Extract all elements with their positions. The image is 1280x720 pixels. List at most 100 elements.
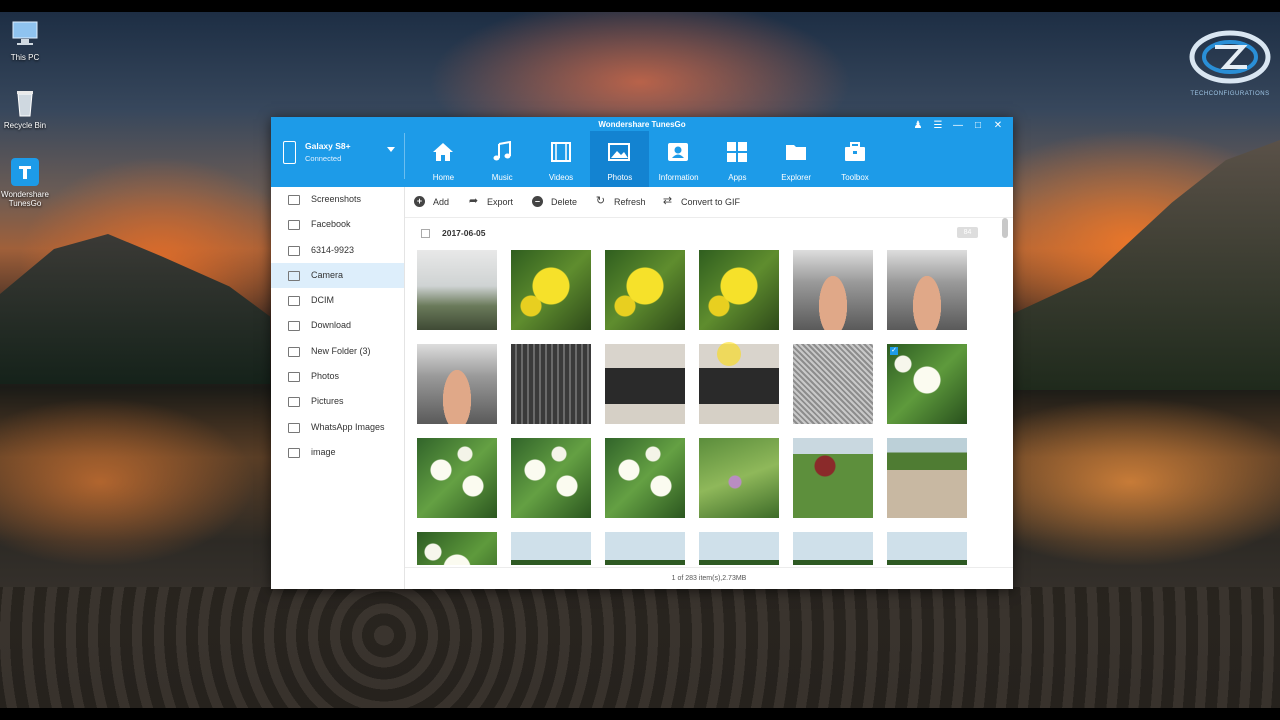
wallpaper-mountain-left xyxy=(0,234,270,384)
user-icon[interactable]: ♟ xyxy=(909,120,927,132)
sidebar-item-facebook[interactable]: Facebook xyxy=(271,212,404,237)
photo-thumbnail[interactable] xyxy=(699,532,779,565)
device-status: Connected xyxy=(305,154,342,163)
group-date: 2017-06-05 xyxy=(442,228,486,238)
minus-icon: – xyxy=(532,196,543,207)
delete-label: Delete xyxy=(551,196,578,207)
sidebar-item-download[interactable]: Download xyxy=(271,313,404,338)
group-count-badge: 84 xyxy=(957,227,978,238)
photo-thumbnail[interactable] xyxy=(511,344,591,424)
camera-icon xyxy=(288,220,300,231)
sidebar-item-dcim[interactable]: DCIM xyxy=(271,288,404,313)
group-select-checkbox[interactable] xyxy=(421,229,430,238)
photo-thumbnail[interactable] xyxy=(793,438,873,518)
sidebar-item-label: Facebook xyxy=(311,219,351,230)
refresh-label: Refresh xyxy=(614,196,646,207)
watermark-swirl-icon xyxy=(1189,30,1271,84)
sidebar-item-label: DCIM xyxy=(311,295,334,306)
nav-label: Toolbox xyxy=(841,173,869,182)
video-icon xyxy=(550,142,571,162)
photo-thumbnail[interactable] xyxy=(605,250,685,330)
maximize-icon[interactable]: □ xyxy=(969,120,987,132)
image-icon xyxy=(288,245,300,256)
menu-icon[interactable]: ☰ xyxy=(929,120,947,132)
sidebar-item-label: New Folder (3) xyxy=(311,345,371,356)
photo-thumbnail[interactable] xyxy=(699,250,779,330)
sidebar-item-label: Download xyxy=(311,320,352,331)
image-icon xyxy=(288,372,300,383)
close-icon[interactable]: ✕ xyxy=(989,120,1007,132)
photo-thumbnail[interactable] xyxy=(605,438,685,518)
sidebar-item-6314-9923[interactable]: 6314-9923 xyxy=(271,238,404,263)
photo-thumbnail[interactable] xyxy=(511,438,591,518)
sidebar-item-image[interactable]: image xyxy=(271,440,404,465)
sidebar-item-camera[interactable]: Camera xyxy=(271,262,404,289)
desktop-icon-tunesgo[interactable]: Wondershare TunesGo xyxy=(0,157,55,208)
grid-scrollbar[interactable] xyxy=(1002,218,1008,565)
nav-home[interactable]: Home xyxy=(414,131,473,187)
scrollbar-thumb[interactable] xyxy=(1002,218,1008,238)
photo-thumbnail[interactable] xyxy=(417,438,497,518)
nav-photos[interactable]: Photos xyxy=(590,131,650,187)
export-icon: ➦ xyxy=(468,195,479,207)
tunesgo-window: Wondershare TunesGo ♟ ☰ — □ ✕ Galaxy S8+… xyxy=(271,117,1013,589)
chevron-down-icon[interactable] xyxy=(387,147,395,152)
export-button[interactable]: ➦ Export xyxy=(468,196,513,207)
desktop-icon-recycle-bin[interactable]: Recycle Bin xyxy=(0,88,55,130)
nav-apps[interactable]: Apps xyxy=(708,131,767,187)
photo-thumbnail[interactable] xyxy=(887,532,967,565)
photo-thumbnail[interactable] xyxy=(887,250,967,330)
check-icon[interactable]: ✓ xyxy=(890,347,898,355)
sidebar-item-whatsapp-images[interactable]: WhatsApp Images xyxy=(271,415,404,440)
nav-label: Home xyxy=(432,173,455,182)
title-bar: Wondershare TunesGo ♟ ☰ — □ ✕ Galaxy S8+… xyxy=(271,117,1013,187)
nav-information[interactable]: Information xyxy=(649,131,708,187)
nav-videos[interactable]: Videos xyxy=(532,131,591,187)
toolbox-icon xyxy=(844,142,865,161)
convert-to-gif-button[interactable]: ⇄ Convert to GIF xyxy=(662,196,740,207)
music-icon xyxy=(493,141,511,161)
sidebar-item-pictures[interactable]: Pictures xyxy=(271,389,404,414)
add-button[interactable]: + Add xyxy=(414,196,449,207)
photo-thumbnail[interactable] xyxy=(605,532,685,565)
photo-thumbnail[interactable] xyxy=(793,532,873,565)
nav-label: Music xyxy=(491,173,513,182)
desktop-icon-this-pc[interactable]: This PC xyxy=(0,20,55,62)
image-icon xyxy=(288,270,300,281)
photo-toolbar: + Add ➦ Export – Delete ↻ Refresh ⇄ Convert t… xyxy=(405,187,1013,218)
image-icon xyxy=(288,422,300,433)
nav-music[interactable]: Music xyxy=(473,131,532,187)
photo-thumbnail[interactable] xyxy=(699,438,779,518)
export-label: Export xyxy=(487,196,514,207)
photo-thumbnail[interactable] xyxy=(417,344,497,424)
sidebar-item-label: Photos xyxy=(311,371,340,382)
photo-thumbnail[interactable] xyxy=(417,532,497,565)
device-selector[interactable]: Galaxy S8+ Connected xyxy=(283,139,403,179)
photo-thumbnail[interactable] xyxy=(887,438,967,518)
delete-button[interactable]: – Delete xyxy=(532,196,577,207)
nav-label: Information xyxy=(658,173,699,182)
refresh-button[interactable]: ↻ Refresh xyxy=(595,196,646,207)
sidebar-item-photos[interactable]: Photos xyxy=(271,364,404,389)
sidebar-item-label: 6314-9923 xyxy=(311,244,355,255)
photo-thumbnail[interactable] xyxy=(511,250,591,330)
photo-thumbnail[interactable] xyxy=(793,344,873,424)
photo-thumbnail-selected[interactable]: ✓ xyxy=(887,344,967,424)
photo-thumbnail[interactable] xyxy=(793,250,873,330)
nav-label: Photos xyxy=(607,173,633,182)
photo-thumbnail[interactable] xyxy=(417,250,497,330)
computer-icon xyxy=(10,20,40,50)
sidebar-item-screenshots[interactable]: Screenshots xyxy=(271,187,404,212)
photo-thumbnail[interactable] xyxy=(511,532,591,565)
nav-explorer[interactable]: Explorer xyxy=(767,131,826,187)
sidebar-item-new-folder[interactable]: New Folder (3) xyxy=(271,339,404,364)
folder-icon xyxy=(785,145,806,160)
camera-icon xyxy=(288,195,300,205)
nav-toolbox[interactable]: Toolbox xyxy=(826,131,885,187)
convert-icon: ⇄ xyxy=(662,195,673,207)
photo-thumbnail[interactable] xyxy=(605,344,685,424)
watermark-text: TECHCONFIGURATIONS xyxy=(1190,91,1270,97)
nav-label: Explorer xyxy=(781,173,812,182)
minimize-icon[interactable]: — xyxy=(949,120,967,132)
phone-icon xyxy=(283,141,296,164)
